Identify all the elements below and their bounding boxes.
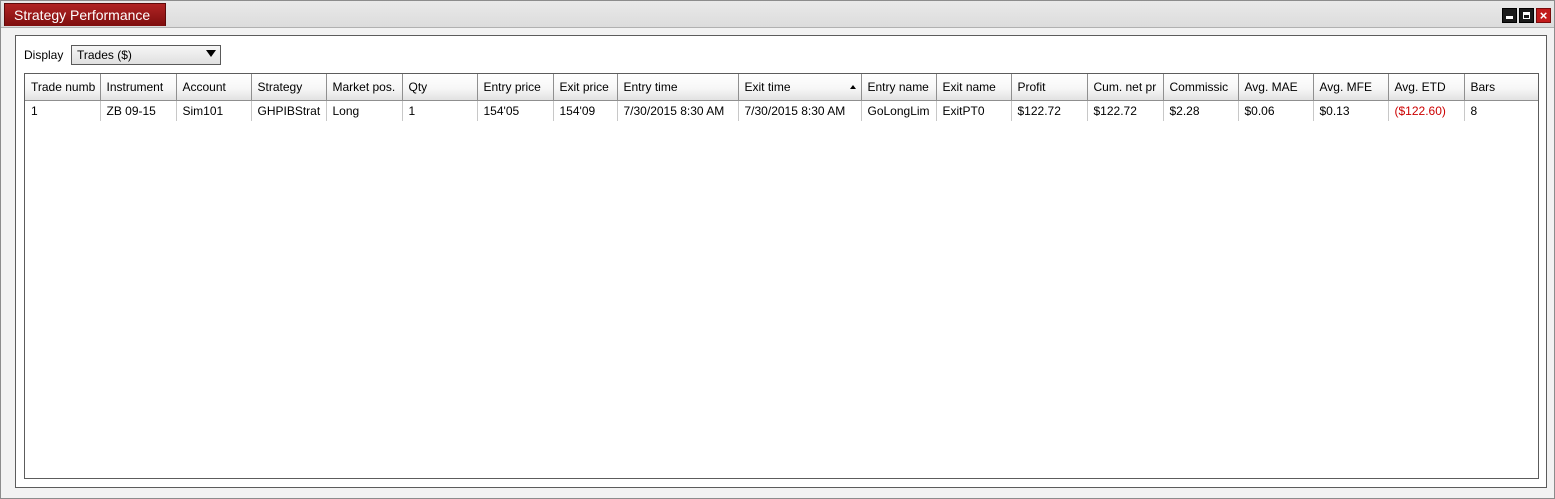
display-label: Display: [24, 48, 64, 62]
column-header-label: Market pos.: [332, 79, 396, 94]
column-header[interactable]: Avg. ETD: [1388, 74, 1465, 101]
table-cell: 154'09: [553, 100, 618, 121]
table-cell: GHPIBStrat: [251, 100, 327, 121]
column-header[interactable]: Profit: [1011, 74, 1088, 101]
table-cell: $0.06: [1238, 100, 1314, 121]
trades-grid[interactable]: Trade numb Instrument Account Strategy Marke…: [24, 73, 1539, 479]
column-header[interactable]: Trade numb: [25, 74, 101, 101]
column-header-label: Avg. ETD: [1394, 79, 1446, 94]
column-header-label: Account: [182, 79, 226, 94]
table-cell: $122.72: [1011, 100, 1088, 121]
table-cell: ($122.60): [1388, 100, 1465, 121]
column-header-label: Entry name: [867, 79, 929, 94]
column-header-label: Exit time: [744, 79, 791, 94]
column-header[interactable]: Exit price: [553, 74, 618, 101]
column-header-label: Profit: [1017, 79, 1046, 94]
table-cell: ZB 09-15: [100, 100, 177, 121]
title-bar[interactable]: Strategy Performance ×: [1, 1, 1554, 28]
column-header[interactable]: Account: [176, 74, 252, 101]
minimize-icon[interactable]: [1502, 8, 1517, 23]
column-header[interactable]: Bars: [1464, 74, 1538, 101]
close-icon[interactable]: ×: [1536, 8, 1551, 23]
table-cell: $122.72: [1087, 100, 1164, 121]
table-cell: 7/30/2015 8:30 AM: [617, 100, 739, 121]
column-header-label: Strategy: [257, 79, 303, 94]
column-header[interactable]: Exit time: [738, 74, 862, 101]
table-cell: Sim101: [176, 100, 252, 121]
header-row: Trade numb Instrument Account Strategy Marke…: [25, 74, 1538, 101]
column-header[interactable]: Entry name: [861, 74, 937, 101]
column-header[interactable]: Entry time: [617, 74, 739, 101]
table-cell: 1: [402, 100, 478, 121]
table-cell: $0.13: [1313, 100, 1389, 121]
column-header[interactable]: Commissic: [1163, 74, 1239, 101]
table-cell: 1: [25, 100, 101, 121]
column-header[interactable]: Qty: [402, 74, 478, 101]
column-header[interactable]: Avg. MAE: [1238, 74, 1314, 101]
column-header[interactable]: Strategy: [251, 74, 327, 101]
column-header[interactable]: Market pos.: [326, 74, 403, 101]
trades-table: Trade numb Instrument Account Strategy Marke…: [25, 74, 1538, 121]
window-controls: ×: [1502, 8, 1551, 23]
column-header-label: Exit price: [559, 79, 609, 94]
display-dropdown[interactable]: Trades ($): [71, 45, 221, 65]
column-header-label: Qty: [408, 79, 428, 94]
display-selected-value: Trades ($): [77, 48, 132, 62]
column-header[interactable]: Entry price: [477, 74, 554, 101]
table-cell: 7/30/2015 8:30 AM: [738, 100, 862, 121]
table-cell: 154'05: [477, 100, 554, 121]
column-header-label: Exit name: [942, 79, 996, 94]
column-header-label: Entry price: [483, 79, 541, 94]
column-header-label: Avg. MFE: [1319, 79, 1372, 94]
column-header[interactable]: Avg. MFE: [1313, 74, 1389, 101]
column-header-label: Commissic: [1169, 79, 1229, 94]
column-header-label: Entry time: [623, 79, 678, 94]
column-header-label: Trade numb: [31, 79, 96, 94]
table-cell: 8: [1470, 103, 1478, 118]
column-header-label: Avg. MAE: [1244, 79, 1298, 94]
maximize-icon[interactable]: [1519, 8, 1534, 23]
table-cell: ExitPT0: [936, 100, 1012, 121]
content-panel: Display Trades ($) Trade numb Instrument A…: [15, 35, 1547, 488]
sort-ascending-icon: [849, 85, 856, 89]
column-header[interactable]: Cum. net pr: [1087, 74, 1164, 101]
strategy-performance-window: Strategy Performance × Display Trades ($…: [0, 0, 1555, 499]
column-header-label: Cum. net pr: [1093, 79, 1157, 94]
column-header-label: Instrument: [106, 79, 164, 94]
table-cell: $2.28: [1163, 100, 1239, 121]
table-cell: GoLongLim: [861, 100, 937, 121]
chevron-down-icon: [206, 50, 216, 57]
table-body: 1 ZB 09-15 Sim101 GHPIBStrat Long 1 154'05 154'…: [25, 100, 1538, 121]
column-header-label: Bars: [1470, 79, 1496, 94]
table-cell: Long: [326, 100, 403, 121]
table-row[interactable]: 1 ZB 09-15 Sim101 GHPIBStrat Long 1 154'05 154'…: [25, 100, 1538, 121]
column-header[interactable]: Exit name: [936, 74, 1012, 101]
window-title: Strategy Performance: [4, 3, 166, 26]
column-header[interactable]: Instrument: [100, 74, 177, 101]
